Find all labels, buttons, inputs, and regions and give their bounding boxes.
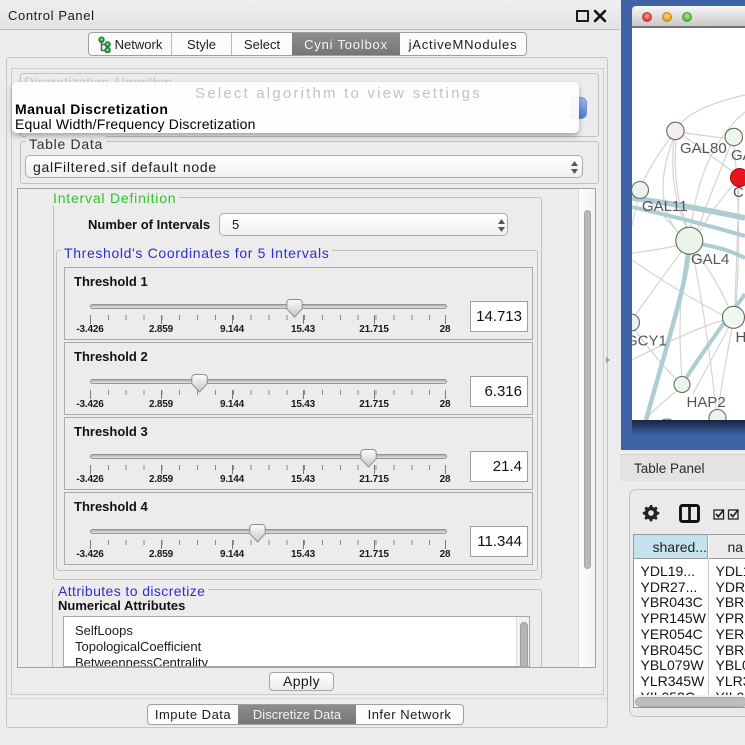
svg-text:GAL80: GAL80 bbox=[680, 140, 727, 157]
svg-text:GAL4: GAL4 bbox=[691, 251, 729, 268]
svg-text:C: C bbox=[733, 184, 744, 201]
svg-text:GCY1: GCY1 bbox=[632, 333, 667, 350]
svg-text:GA: GA bbox=[731, 147, 745, 164]
svg-text:GAL11: GAL11 bbox=[642, 198, 688, 215]
svg-text:H: H bbox=[736, 329, 745, 346]
svg-text:HAP2: HAP2 bbox=[687, 394, 726, 411]
